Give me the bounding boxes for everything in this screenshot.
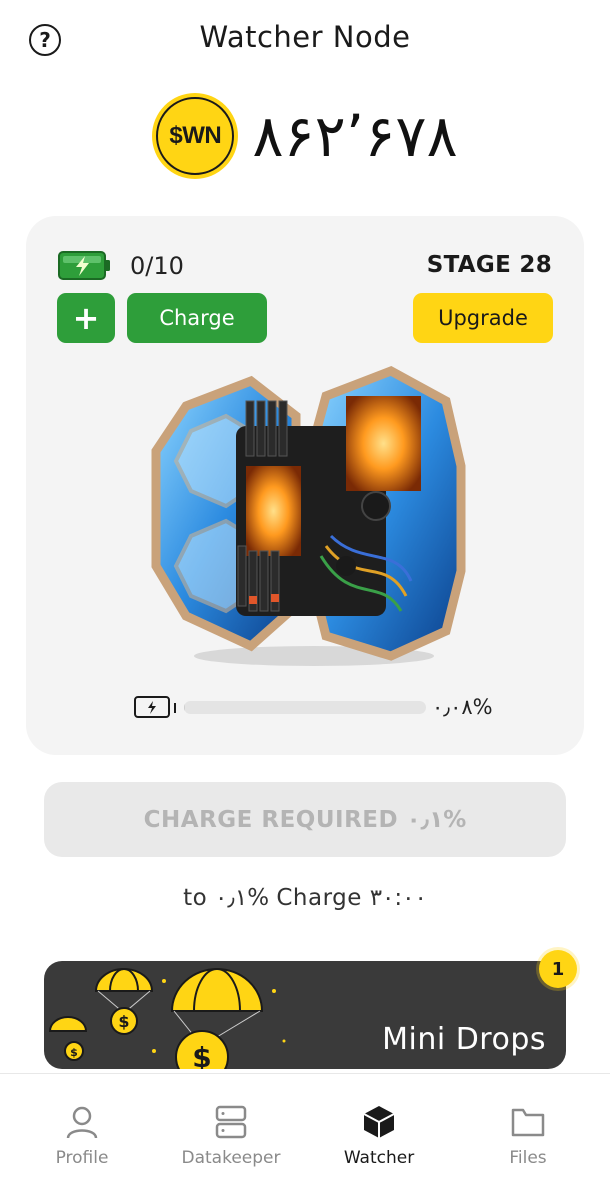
header: ? Watcher Node [0, 0, 610, 80]
bottom-nav: Profile Datakeeper Watcher Files [0, 1073, 610, 1200]
cube-icon [363, 1106, 395, 1138]
charge-progress-bar [184, 701, 426, 714]
coin-icon: $WN [152, 93, 239, 179]
nav-item-files[interactable]: Files [452, 1074, 604, 1200]
nav-label-watcher: Watcher [343, 1148, 415, 1168]
folder-icon [511, 1108, 545, 1137]
balance-value: ۸۶۲٬۶۷۸ [252, 102, 458, 170]
nav-label-files: Files [509, 1148, 547, 1168]
svg-text:$: $ [118, 1012, 129, 1031]
nav-item-datakeeper[interactable]: Datakeeper [155, 1074, 307, 1200]
nav-item-watcher[interactable]: Watcher [303, 1074, 455, 1200]
charge-progress-label: ۰٫۰۸% [432, 695, 493, 719]
coin-label: $WN [156, 97, 235, 175]
charge-button[interactable]: Charge [127, 293, 267, 343]
nav-label-datakeeper: Datakeeper [181, 1148, 281, 1168]
charge-required-button[interactable]: CHARGE REQUIRED ۰٫۱% [44, 782, 566, 857]
add-battery-button[interactable]: + [57, 293, 115, 343]
balance-display: $WN ۸۶۲٬۶۷۸ [0, 92, 610, 180]
parachute-coins-icon: $ $ $ [48, 967, 286, 1069]
upgrade-button[interactable]: Upgrade [413, 293, 553, 343]
node-card: 0/10 STAGE 28 + Charge Upgrade ۰٫۰۸% [26, 216, 584, 755]
energy-battery-icon [134, 696, 176, 718]
user-icon [66, 1106, 98, 1139]
mini-drops-banner[interactable]: $ $ $ Mini Drops [44, 961, 566, 1069]
mini-drops-label: Mini Drops [382, 1022, 546, 1057]
stage-label: STAGE 28 [426, 252, 552, 278]
server-icon [215, 1105, 247, 1139]
battery-icon [58, 251, 110, 280]
svg-text:$: $ [192, 1041, 211, 1069]
nav-item-profile[interactable]: Profile [6, 1074, 158, 1200]
charge-timer-text: to ۰٫۱% Charge ۳۰:۰۰ [183, 885, 427, 911]
battery-count: 0/10 [130, 252, 184, 280]
svg-text:$: $ [70, 1046, 78, 1059]
nav-label-profile: Profile [55, 1148, 109, 1168]
watcher-node-image[interactable] [146, 356, 476, 676]
mini-drops-badge: 1 [539, 950, 577, 988]
page-title: Watcher Node [199, 20, 411, 54]
